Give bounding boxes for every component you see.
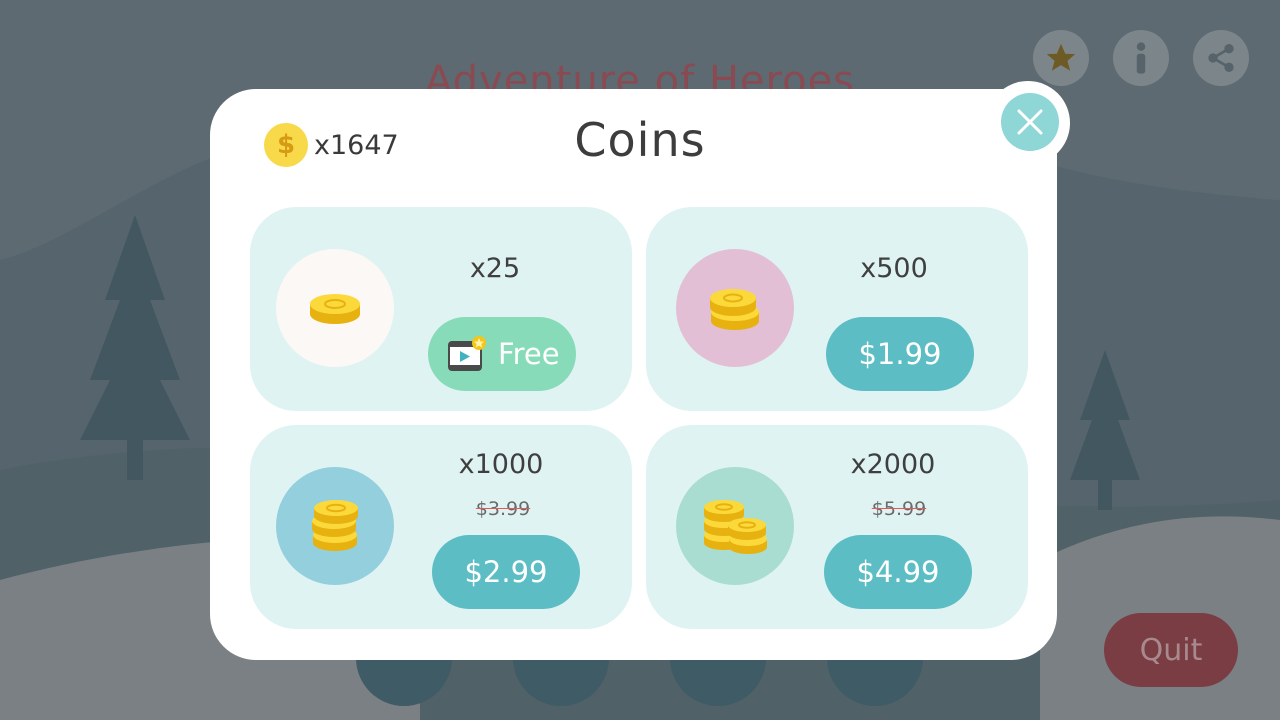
share-button[interactable] bbox=[1193, 30, 1249, 86]
free-button-label: Free bbox=[498, 337, 560, 371]
offer-icon-background bbox=[276, 467, 394, 585]
video-ad-icon bbox=[448, 336, 486, 371]
close-icon bbox=[1017, 109, 1043, 135]
star-icon bbox=[1046, 43, 1076, 71]
offer-icon-background bbox=[276, 249, 394, 367]
buy-1000-button[interactable]: $2.99 bbox=[432, 535, 580, 609]
original-price: $3.99 bbox=[438, 498, 568, 520]
close-button[interactable] bbox=[1001, 93, 1059, 151]
offer-quantity: x500 bbox=[860, 253, 928, 284]
coin-pile-large-icon bbox=[704, 500, 767, 554]
offer-icon-background bbox=[676, 467, 794, 585]
coin-stack-small-icon bbox=[710, 289, 759, 330]
offer-card-1000: x1000 $3.99 $2.99 bbox=[250, 425, 632, 629]
buy-2000-button[interactable]: $4.99 bbox=[824, 535, 972, 609]
info-icon bbox=[1136, 42, 1146, 74]
original-price-text: $3.99 bbox=[475, 498, 531, 520]
offer-card-500: x500 $1.99 bbox=[646, 207, 1028, 411]
original-price-text: $5.99 bbox=[871, 498, 927, 520]
rate-button[interactable] bbox=[1033, 30, 1089, 86]
offer-quantity: x25 bbox=[469, 253, 521, 284]
share-icon bbox=[1208, 44, 1234, 72]
offer-card-2000: x2000 $5.99 $4.99 bbox=[646, 425, 1028, 629]
coin-stack-medium-icon bbox=[312, 500, 358, 551]
single-coin-icon bbox=[310, 294, 360, 324]
quit-button[interactable]: Quit bbox=[1104, 613, 1238, 687]
offer-card-25: x25 Free bbox=[250, 207, 632, 411]
info-button[interactable] bbox=[1113, 30, 1169, 86]
offer-icon-background bbox=[676, 249, 794, 367]
watch-video-free-button[interactable]: Free bbox=[428, 317, 576, 391]
offer-quantity: x2000 bbox=[850, 449, 936, 480]
offer-quantity: x1000 bbox=[458, 449, 544, 480]
buy-500-button[interactable]: $1.99 bbox=[826, 317, 974, 391]
dialog-title: Coins bbox=[574, 113, 706, 167]
original-price: $5.99 bbox=[834, 498, 964, 520]
